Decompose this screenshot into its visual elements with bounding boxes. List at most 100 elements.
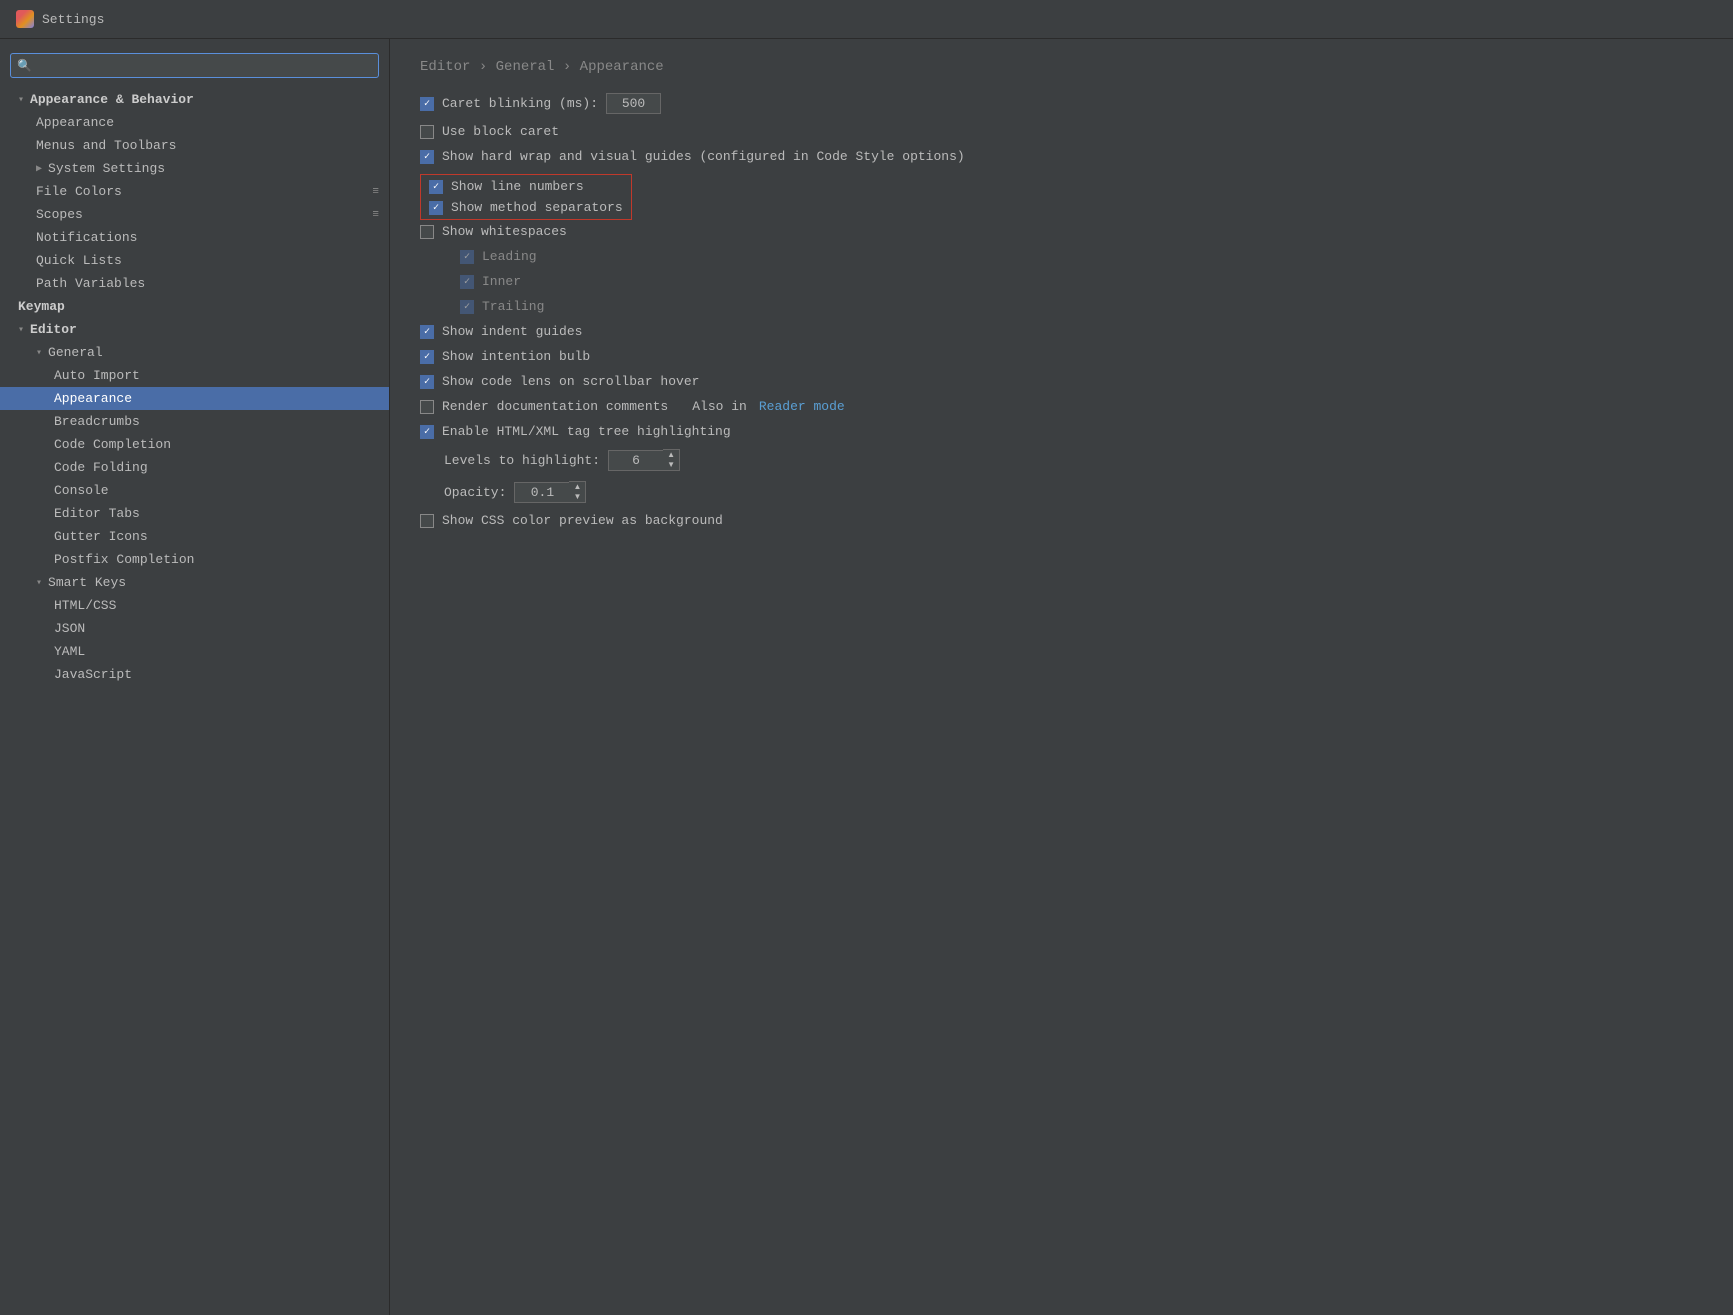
show-method-separators-checkbox[interactable] <box>429 201 443 215</box>
opacity-increment-button[interactable]: ▲ <box>569 482 585 492</box>
show-whitespaces-checkbox[interactable] <box>420 225 434 239</box>
search-icon: 🔍 <box>17 58 32 73</box>
sidebar-item-postfix-completion[interactable]: Postfix Completion <box>0 548 389 571</box>
sidebar-item-file-colors[interactable]: File Colors ≡ <box>0 180 389 203</box>
show-css-color-checkbox[interactable] <box>420 514 434 528</box>
title-bar: Settings <box>0 0 1733 39</box>
use-block-caret-label: Use block caret <box>442 124 559 139</box>
sidebar-item-label: Scopes <box>36 207 83 222</box>
sidebar-item-label: Auto Import <box>54 368 140 383</box>
sidebar-item-appearance-editor[interactable]: Appearance <box>0 387 389 410</box>
sidebar-item-menus-toolbars[interactable]: Menus and Toolbars <box>0 134 389 157</box>
sidebar-item-label: Code Folding <box>54 460 148 475</box>
use-block-caret-row: Use block caret <box>420 124 1703 139</box>
levels-to-highlight-spinner[interactable]: ▲ ▼ <box>608 449 680 471</box>
content-panel: Editor › General › Appearance Caret blin… <box>390 39 1733 1315</box>
trailing-checkbox[interactable] <box>460 300 474 314</box>
opacity-decrement-button[interactable]: ▼ <box>569 492 585 502</box>
sidebar-item-label: Postfix Completion <box>54 552 194 567</box>
leading-checkbox[interactable] <box>460 250 474 264</box>
sidebar-item-system-settings[interactable]: ▶ System Settings <box>0 157 389 180</box>
sidebar-item-scopes[interactable]: Scopes ≡ <box>0 203 389 226</box>
inner-row: Inner <box>420 274 1703 289</box>
enable-html-xml-checkbox[interactable] <box>420 425 434 439</box>
sidebar-item-breadcrumbs[interactable]: Breadcrumbs <box>0 410 389 433</box>
sidebar-item-json[interactable]: JSON <box>0 617 389 640</box>
show-css-color-row: Show CSS color preview as background <box>420 513 1703 528</box>
search-box[interactable]: 🔍 <box>10 53 379 78</box>
sidebar-item-javascript[interactable]: JavaScript <box>0 663 389 686</box>
sidebar-item-label: YAML <box>54 644 85 659</box>
sidebar-item-editor[interactable]: ▾ Editor <box>0 318 389 341</box>
sidebar-item-yaml[interactable]: YAML <box>0 640 389 663</box>
sidebar-item-label: Appearance <box>54 391 132 406</box>
render-documentation-checkbox[interactable] <box>420 400 434 414</box>
sidebar-item-label: Breadcrumbs <box>54 414 140 429</box>
levels-to-highlight-input[interactable] <box>608 450 663 471</box>
sidebar-item-notifications[interactable]: Notifications <box>0 226 389 249</box>
caret-blinking-input[interactable] <box>606 93 661 114</box>
sidebar-item-label: Path Variables <box>36 276 145 291</box>
leading-label: Leading <box>482 249 537 264</box>
sidebar-item-auto-import[interactable]: Auto Import <box>0 364 389 387</box>
sidebar-item-path-variables[interactable]: Path Variables <box>0 272 389 295</box>
levels-decrement-button[interactable]: ▼ <box>663 460 679 470</box>
show-indent-guides-row: Show indent guides <box>420 324 1703 339</box>
show-line-numbers-checkbox[interactable] <box>429 180 443 194</box>
sidebar-item-appearance[interactable]: Appearance <box>0 111 389 134</box>
sidebar-item-label: Editor Tabs <box>54 506 140 521</box>
sidebar-item-appearance-behavior[interactable]: ▾ Appearance & Behavior <box>0 88 389 111</box>
show-line-numbers-row: Show line numbers <box>429 179 623 194</box>
caret-blinking-checkbox[interactable] <box>420 97 434 111</box>
sidebar-item-editor-tabs[interactable]: Editor Tabs <box>0 502 389 525</box>
chevron-right-icon: ▶ <box>36 163 42 175</box>
chevron-down-icon: ▾ <box>36 577 42 589</box>
levels-spinner-buttons[interactable]: ▲ ▼ <box>663 449 680 471</box>
show-indent-guides-checkbox[interactable] <box>420 325 434 339</box>
sidebar-item-keymap[interactable]: Keymap <box>0 295 389 318</box>
show-code-lens-label: Show code lens on scrollbar hover <box>442 374 699 389</box>
sidebar-item-console[interactable]: Console <box>0 479 389 502</box>
sidebar-item-smart-keys[interactable]: ▾ Smart Keys <box>0 571 389 594</box>
levels-to-highlight-row: Levels to highlight: ▲ ▼ <box>420 449 1703 471</box>
leading-row: Leading <box>420 249 1703 264</box>
sidebar-item-label: General <box>48 345 103 360</box>
sidebar-item-html-css[interactable]: HTML/CSS <box>0 594 389 617</box>
search-input[interactable] <box>10 53 379 78</box>
show-hard-wrap-row: Show hard wrap and visual guides (config… <box>420 149 1703 164</box>
use-block-caret-checkbox[interactable] <box>420 125 434 139</box>
sidebar-item-code-completion[interactable]: Code Completion <box>0 433 389 456</box>
show-code-lens-row: Show code lens on scrollbar hover <box>420 374 1703 389</box>
show-code-lens-checkbox[interactable] <box>420 375 434 389</box>
show-hard-wrap-checkbox[interactable] <box>420 150 434 164</box>
sidebar-item-label: Code Completion <box>54 437 171 452</box>
sidebar-item-label: Editor <box>30 322 77 337</box>
inner-checkbox[interactable] <box>460 275 474 289</box>
show-intention-bulb-row: Show intention bulb <box>420 349 1703 364</box>
breadcrumb: Editor › General › Appearance <box>420 59 1703 75</box>
opacity-spinner-buttons[interactable]: ▲ ▼ <box>569 481 586 503</box>
reader-mode-link[interactable]: Reader mode <box>759 399 845 414</box>
show-intention-bulb-checkbox[interactable] <box>420 350 434 364</box>
sidebar-item-label: File Colors <box>36 184 122 199</box>
chevron-down-icon: ▾ <box>18 94 24 106</box>
sidebar-item-label: JSON <box>54 621 85 636</box>
trailing-row: Trailing <box>420 299 1703 314</box>
opacity-input[interactable] <box>514 482 569 503</box>
sidebar-item-quick-lists[interactable]: Quick Lists <box>0 249 389 272</box>
sidebar-item-code-folding[interactable]: Code Folding <box>0 456 389 479</box>
enable-html-xml-row: Enable HTML/XML tag tree highlighting <box>420 424 1703 439</box>
sidebar-item-general[interactable]: ▾ General <box>0 341 389 364</box>
sidebar-item-label: Appearance <box>36 115 114 130</box>
levels-increment-button[interactable]: ▲ <box>663 450 679 460</box>
show-intention-bulb-label: Show intention bulb <box>442 349 590 364</box>
sidebar: 🔍 ▾ Appearance & Behavior Appearance Men… <box>0 39 390 1315</box>
enable-html-xml-label: Enable HTML/XML tag tree highlighting <box>442 424 731 439</box>
sidebar-item-label: Quick Lists <box>36 253 122 268</box>
opacity-spinner[interactable]: ▲ ▼ <box>514 481 586 503</box>
sidebar-item-gutter-icons[interactable]: Gutter Icons <box>0 525 389 548</box>
show-css-color-label: Show CSS color preview as background <box>442 513 723 528</box>
levels-to-highlight-label: Levels to highlight: <box>444 453 600 468</box>
show-method-separators-row: Show method separators <box>429 200 623 215</box>
sidebar-item-label: JavaScript <box>54 667 132 682</box>
